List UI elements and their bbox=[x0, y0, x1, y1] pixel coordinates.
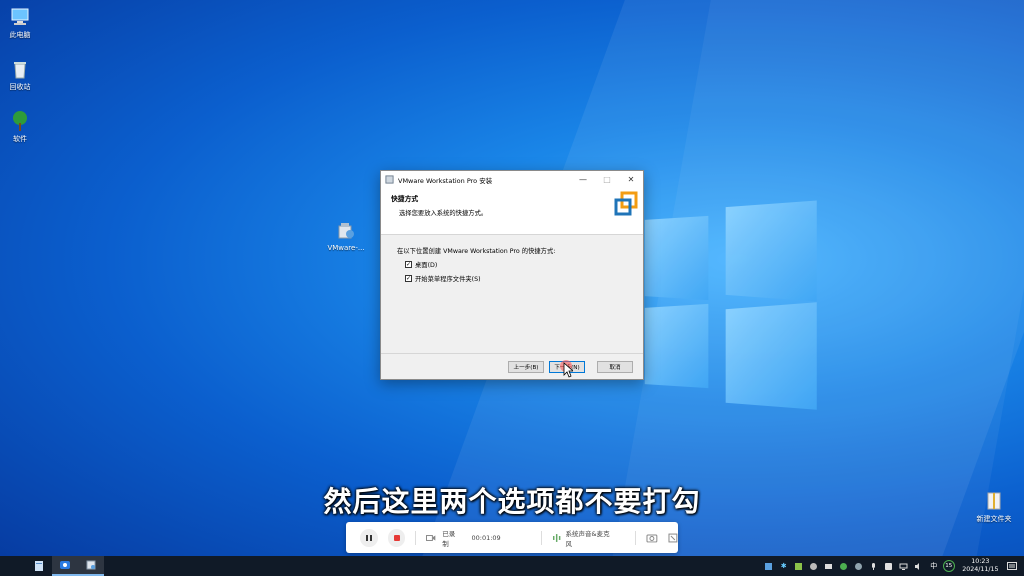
dialog-title: VMware Workstation Pro 安装 bbox=[398, 176, 493, 185]
minimize-button[interactable]: — bbox=[571, 171, 595, 188]
recording-time: 00:01:09 bbox=[471, 533, 501, 542]
desktop-icon-this-pc[interactable]: 此电脑 bbox=[0, 6, 44, 40]
shortcut-instruction: 在以下位置创建 VMware Workstation Pro 的快捷方式: bbox=[397, 248, 556, 255]
screenshot-icon[interactable] bbox=[646, 533, 658, 543]
back-button[interactable]: 上一步(B) bbox=[508, 361, 544, 373]
action-center-icon[interactable] bbox=[1006, 560, 1018, 572]
page-title: 快捷方式 bbox=[391, 195, 419, 203]
pause-icon bbox=[365, 534, 372, 541]
start-menu-shortcut-checkbox[interactable]: ✓ bbox=[405, 275, 412, 282]
system-tray: ✱ 中 15 10:23 2024/11/15 bbox=[761, 556, 1024, 576]
tray-app-icon-5[interactable] bbox=[838, 560, 850, 572]
vmware-setup-dialog: VMware Workstation Pro 安装 — □ ✕ 快捷方式 选择您… bbox=[380, 170, 644, 380]
divider bbox=[635, 530, 637, 545]
recording-status: 已录制 bbox=[442, 529, 456, 548]
volume-icon[interactable] bbox=[913, 560, 925, 572]
stop-icon bbox=[393, 534, 400, 541]
dialog-header: 快捷方式 选择您要放入系统的快捷方式。 bbox=[381, 188, 643, 235]
desktop-icon-software[interactable]: 软件 bbox=[0, 110, 44, 144]
installer-icon bbox=[338, 223, 354, 239]
start-menu-shortcut-option[interactable]: ✓ 开始菜单程序文件夹(S) bbox=[397, 274, 627, 283]
audio-source[interactable]: 系统声音&麦克风 bbox=[566, 528, 616, 548]
taskbar-recorder-app[interactable] bbox=[52, 556, 78, 576]
tray-app-icon-2[interactable] bbox=[793, 560, 805, 572]
recorder-app-icon bbox=[60, 561, 70, 569]
document-icon bbox=[35, 561, 43, 571]
dialog-titlebar[interactable]: VMware Workstation Pro 安装 — □ ✕ bbox=[381, 171, 643, 188]
windows-logo-wallpaper bbox=[640, 200, 830, 410]
computer-icon bbox=[11, 8, 29, 25]
desktop-icon-recycle-bin[interactable]: 回收站 bbox=[0, 58, 44, 92]
taskbar-vmware-installer[interactable] bbox=[78, 556, 104, 576]
taskbar-clock[interactable]: 10:23 2024/11/15 bbox=[962, 558, 998, 574]
tray-app-icon-3[interactable] bbox=[808, 560, 820, 572]
recycle-bin-icon bbox=[14, 62, 26, 79]
microphone-icon[interactable] bbox=[868, 560, 880, 572]
desktop-icon-vmware-installer[interactable]: VMware-... bbox=[322, 220, 370, 252]
vmware-logo-icon bbox=[614, 191, 638, 216]
tray-app-icon-7[interactable] bbox=[883, 560, 895, 572]
desktop-shortcut-checkbox[interactable]: ✓ bbox=[405, 261, 412, 268]
stop-button[interactable] bbox=[387, 528, 406, 547]
dialog-body: 在以下位置创建 VMware Workstation Pro 的快捷方式: ✓ … bbox=[381, 235, 643, 294]
vmware-app-icon bbox=[385, 175, 394, 184]
cancel-button[interactable]: 取消 bbox=[597, 361, 633, 373]
installer-icon bbox=[86, 560, 96, 570]
tray-app-icon-6[interactable] bbox=[853, 560, 865, 572]
input-method-indicator[interactable]: 中 bbox=[928, 560, 940, 572]
tree-icon bbox=[13, 111, 27, 131]
pause-button[interactable] bbox=[360, 528, 378, 547]
tray-app-icon-1[interactable] bbox=[763, 560, 775, 572]
mouse-cursor-icon bbox=[563, 362, 573, 378]
divider bbox=[540, 530, 542, 545]
camera-status-icon bbox=[426, 534, 436, 541]
tray-app-icon-4[interactable] bbox=[823, 560, 835, 572]
dialog-footer: 上一步(B) 下一步(N) 取消 bbox=[381, 353, 643, 379]
bluetooth-icon[interactable]: ✱ bbox=[778, 560, 790, 572]
taskbar-file-explorer[interactable] bbox=[26, 556, 52, 576]
divider bbox=[415, 530, 417, 545]
expand-icon[interactable] bbox=[668, 533, 678, 543]
video-subtitle: 然后这里两个选项都不要打勾 bbox=[323, 485, 701, 518]
close-button[interactable]: ✕ bbox=[619, 171, 643, 188]
page-subtitle: 选择您要放入系统的快捷方式。 bbox=[399, 210, 488, 217]
maximize-button[interactable]: □ bbox=[595, 171, 619, 188]
taskbar: ✱ 中 15 10:23 2024/11/15 bbox=[0, 556, 1024, 576]
screen-recorder-toolbar: 已录制 00:01:09 系统声音&麦克风 bbox=[346, 522, 678, 553]
network-icon[interactable] bbox=[898, 560, 910, 572]
notification-badge[interactable]: 15 bbox=[942, 560, 955, 572]
audio-level-icon bbox=[552, 533, 561, 542]
desktop-shortcut-option[interactable]: ✓ 桌面(D) bbox=[397, 260, 627, 269]
